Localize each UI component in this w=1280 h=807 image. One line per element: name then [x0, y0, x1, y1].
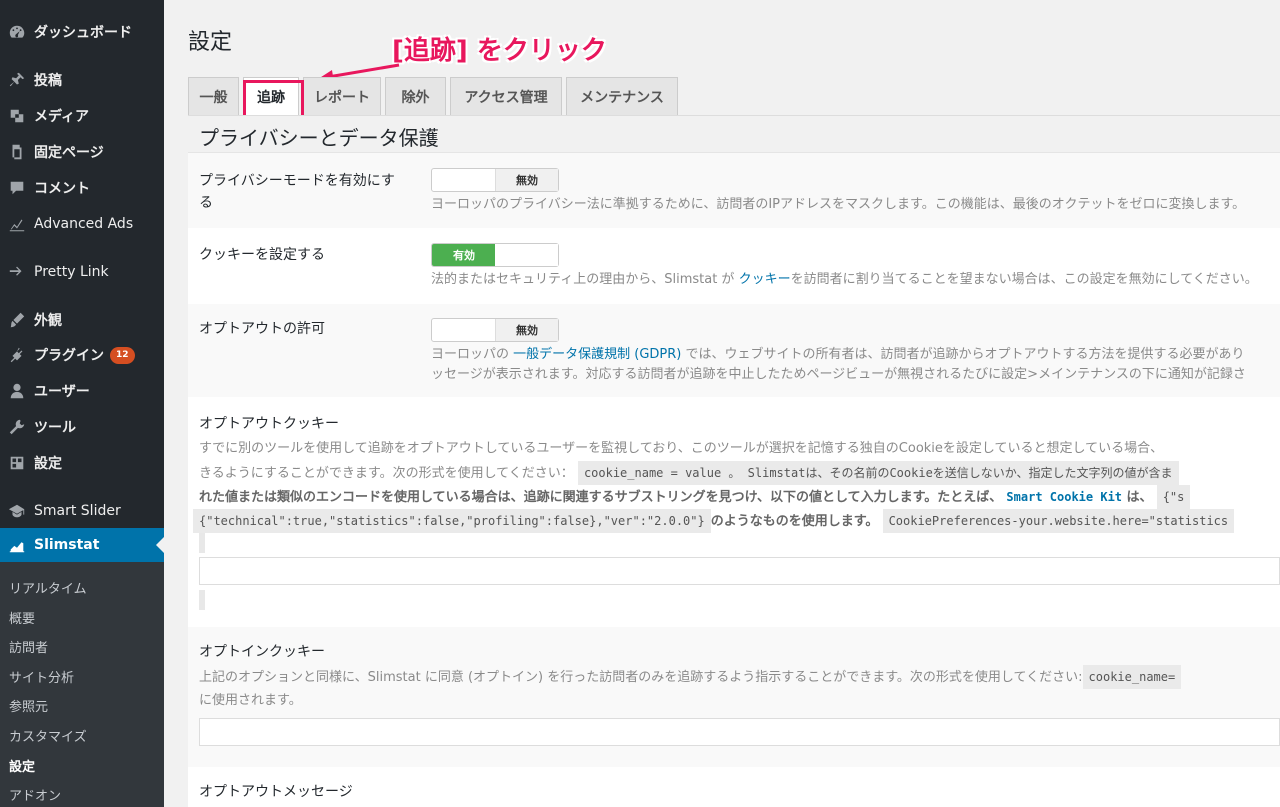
sidebar-item-settings[interactable]: 設定 [0, 446, 164, 480]
gdpr-link[interactable]: 一般データ保護規制 (GDPR) [513, 347, 681, 362]
optout-description-line1: ヨーロッパの 一般データ保護規制 (GDPR) では、ウェブサイトの所有者は、訪… [431, 347, 1245, 362]
settings-panel: プライバシーとデータ保護 プライバシーモードを有効にす る 無効 ヨーロッパのプ… [188, 115, 1280, 807]
privacy-mode-row: プライバシーモードを有効にす る 無効 ヨーロッパのプライバシー法に準拠するため… [188, 153, 1280, 228]
sidebar-item-plugins[interactable]: プラグイン 12 [0, 338, 164, 372]
optin-cookie-input[interactable] [199, 718, 1280, 746]
submenu-addons[interactable]: アドオン [9, 785, 61, 804]
cookie-toggle[interactable]: 有効 [431, 243, 559, 267]
plugin-update-badge: 12 [110, 346, 135, 364]
chart-icon [0, 215, 34, 233]
optout-row: オプトアウトの許可 無効 ヨーロッパの 一般データ保護規制 (GDPR) では、… [188, 304, 1280, 397]
sidebar-item-pretty-link[interactable]: Pretty Link [0, 255, 164, 289]
optin-cookie-label: オプトインクッキー [199, 644, 325, 660]
media-icon [0, 107, 34, 125]
tab-general[interactable]: 一般 [188, 77, 239, 115]
cookie-row: クッキーを設定する 有効 法的またはセキュリティ上の理由から、Slimstat … [188, 228, 1280, 304]
tab-exclusions[interactable]: 除外 [385, 77, 446, 115]
dashboard-icon [0, 23, 34, 41]
submenu-site-analysis[interactable]: サイト分析 [9, 667, 74, 686]
page-title: 設定 [188, 30, 233, 55]
wrench-icon [0, 418, 34, 436]
sidebar-item-media[interactable]: メディア [0, 99, 164, 133]
sidebar-item-pages[interactable]: 固定ページ [0, 135, 164, 169]
sidebar-item-users[interactable]: ユーザー [0, 374, 164, 408]
sidebar-item-smart-slider[interactable]: Smart Slider [0, 494, 164, 528]
link-icon [0, 263, 34, 281]
pushpin-icon [0, 71, 34, 89]
optin-cookie-row: オプトインクッキー 上記のオプションと同様に、Slimstat に同意 (オプト… [188, 627, 1280, 767]
optin-cookie-desc-line1: 上記のオプションと同様に、Slimstat に同意 (オプトイン) を行った訪問… [199, 665, 1182, 690]
optout-label: オプトアウトの許可 [199, 321, 325, 337]
optout-cookie-desc-line1: すでに別のツールを使用して追跡をオプトアウトしているユーザーを監視しており、この… [199, 441, 1164, 456]
tab-maintenance[interactable]: メンテナンス [566, 77, 678, 115]
submenu-realtime[interactable]: リアルタイム [9, 578, 87, 597]
code-block-marker [199, 533, 205, 553]
graduation-icon [0, 502, 34, 520]
main-content: 設定 [追跡] をクリック 一般 追跡 レポート 除外 アクセス管理 メンテナン… [164, 0, 1280, 807]
annotation-label: [追跡] をクリック [392, 36, 607, 66]
sidebar-item-posts[interactable]: 投稿 [0, 63, 164, 97]
submenu-referrers[interactable]: 参照元 [9, 696, 48, 715]
submenu-visitors[interactable]: 訪問者 [9, 637, 48, 656]
sidebar-item-advanced-ads[interactable]: Advanced Ads [0, 207, 164, 241]
sidebar-item-appearance[interactable]: 外観 [0, 303, 164, 337]
optout-description-line2: ッセージが表示されます。対応する訪問者が追跡を中止したためページビューが無視され… [431, 367, 1246, 382]
tab-reports[interactable]: レポート [303, 77, 381, 115]
user-icon [0, 382, 34, 400]
optout-cookie-label: オプトアウトクッキー [199, 416, 339, 432]
optout-cookie-desc-line4: {"technical":true,"statistics":false,"pr… [193, 509, 1235, 534]
page-icon [0, 143, 34, 161]
submenu-overview[interactable]: 概要 [9, 608, 35, 627]
optout-message-label: オプトアウトメッセージ [199, 784, 353, 800]
sidebar-item-tools[interactable]: ツール [0, 410, 164, 444]
current-menu-arrow [156, 537, 164, 553]
cookie-description: 法的またはセキュリティ上の理由から、Slimstat が クッキーを訪問者に割り… [431, 272, 1258, 287]
plugin-icon [0, 346, 34, 364]
cookie-label: クッキーを設定する [199, 247, 325, 263]
slimstat-submenu: リアルタイム 概要 訪問者 サイト分析 参照元 カスタマイズ 設定 アドオン [0, 562, 164, 807]
admin-sidebar: ダッシュボード 投稿 メディア 固定ページ コメント Advanced Ads … [0, 0, 164, 807]
submenu-settings[interactable]: 設定 [9, 756, 35, 775]
optout-cookie-row: オプトアウトクッキー すでに別のツールを使用して追跡をオプトアウトしているユーザ… [188, 397, 1280, 627]
smart-cookie-kit-link[interactable]: Smart Cookie Kit [1006, 490, 1122, 504]
sidebar-item-dashboard[interactable]: ダッシュボード [0, 15, 164, 49]
tab-access-control[interactable]: アクセス管理 [450, 77, 562, 115]
optout-cookie-desc-line3: れた値または類似のエンコードを使用している場合は、追跡に関連するサブストリングを… [199, 485, 1191, 510]
brush-icon [0, 311, 34, 329]
cookie-link[interactable]: クッキー [739, 272, 791, 287]
section-header: プライバシーとデータ保護 [188, 116, 1280, 153]
privacy-mode-description: ヨーロッパのプライバシー法に準拠するために、訪問者のIPアドレスをマスクします。… [431, 197, 1246, 212]
optout-toggle[interactable]: 無効 [431, 318, 559, 342]
privacy-mode-toggle[interactable]: 無効 [431, 168, 559, 192]
optout-cookie-desc-line2: きるようにすることができます。次の形式を使用してください： cookie_nam… [199, 461, 1179, 486]
sidebar-item-comments[interactable]: コメント [0, 171, 164, 205]
optin-cookie-desc-line2: に使用されます。 [199, 693, 302, 708]
section-title: プライバシーとデータ保護 [199, 126, 439, 150]
optout-message-row: オプトアウトメッセージ [188, 767, 1280, 807]
code-block-marker [199, 590, 205, 610]
comment-icon [0, 179, 34, 197]
settings-icon [0, 454, 34, 472]
submenu-customize[interactable]: カスタマイズ [9, 726, 87, 745]
optout-cookie-input[interactable] [199, 557, 1280, 585]
privacy-mode-label: プライバシーモードを有効にす る [199, 173, 395, 211]
sidebar-item-slimstat[interactable]: Slimstat [0, 528, 164, 562]
slimstat-icon [0, 536, 34, 554]
